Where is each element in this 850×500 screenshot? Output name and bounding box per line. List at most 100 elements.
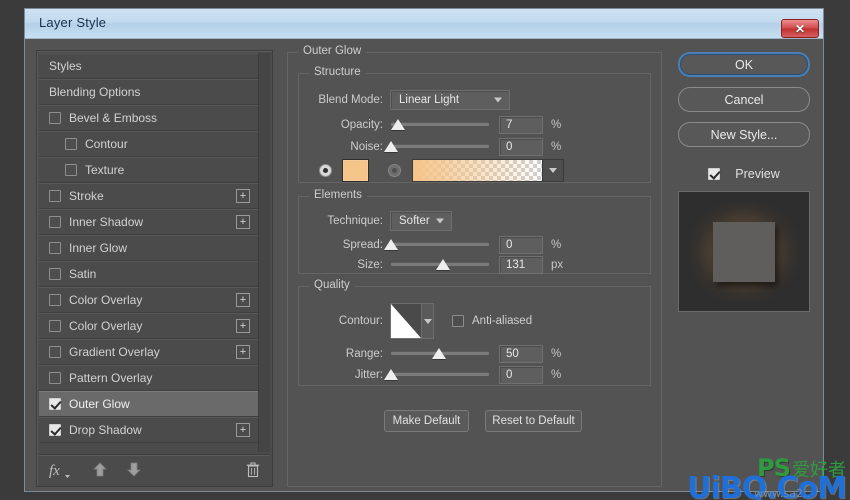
checkbox-satin[interactable] xyxy=(49,267,61,280)
noise-slider[interactable] xyxy=(384,139,489,155)
style-item-label: Contour xyxy=(85,136,128,151)
checkbox-color-overlay-2[interactable] xyxy=(49,319,61,332)
new-style-button[interactable]: New Style... xyxy=(678,122,810,147)
structure-group-title: Structure xyxy=(309,66,366,78)
range-input[interactable]: 50 xyxy=(499,345,543,363)
checkbox-gradient-overlay[interactable] xyxy=(49,345,61,358)
styles-list-scrollbar[interactable] xyxy=(258,53,270,452)
add-color-overlay-2-button[interactable]: + xyxy=(236,318,250,333)
checkbox-stroke[interactable] xyxy=(49,189,61,202)
style-item-contour[interactable]: Contour xyxy=(39,131,258,157)
style-item-drop-shadow[interactable]: Drop Shadow + xyxy=(39,417,258,443)
style-item-inner-glow[interactable]: Inner Glow xyxy=(39,235,258,261)
add-gradient-overlay-button[interactable]: + xyxy=(236,344,250,359)
chevron-down-icon[interactable] xyxy=(421,304,433,338)
arrow-down-icon[interactable] xyxy=(127,462,141,477)
range-slider[interactable] xyxy=(391,346,489,362)
ok-button[interactable]: OK xyxy=(678,52,810,77)
style-item-styles[interactable]: Styles xyxy=(39,53,258,79)
fx-icon[interactable]: fx xyxy=(49,462,71,478)
slider-thumb[interactable] xyxy=(384,239,398,250)
add-inner-shadow-button[interactable]: + xyxy=(236,214,250,229)
slider-thumb[interactable] xyxy=(432,348,447,359)
slider-track xyxy=(391,144,489,148)
technique-value: Softer xyxy=(399,215,430,227)
spread-slider[interactable] xyxy=(384,237,489,253)
layer-style-dialog: Layer Style ✕ Styles Blending Options Be… xyxy=(24,8,824,492)
color-fill-radio[interactable] xyxy=(319,163,332,177)
spread-input[interactable]: 0 xyxy=(499,236,543,254)
style-item-inner-shadow[interactable]: Inner Shadow + xyxy=(39,209,258,235)
style-item-stroke[interactable]: Stroke + xyxy=(39,183,258,209)
size-slider[interactable] xyxy=(391,257,489,273)
add-color-overlay-1-button[interactable]: + xyxy=(236,292,250,307)
dialog-titlebar[interactable]: Layer Style ✕ xyxy=(25,9,823,39)
checkbox-outer-glow[interactable] xyxy=(49,397,61,410)
style-item-label: Stroke xyxy=(69,188,104,203)
style-item-label: Satin xyxy=(69,266,97,281)
checkbox-bevel-emboss[interactable] xyxy=(49,111,61,124)
style-item-label: Texture xyxy=(85,162,125,177)
range-unit: % xyxy=(551,348,562,360)
chevron-down-icon xyxy=(494,97,502,103)
style-item-satin[interactable]: Satin xyxy=(39,261,258,287)
jitter-slider[interactable] xyxy=(384,367,489,383)
arrow-up-icon[interactable] xyxy=(93,462,107,477)
style-item-bevel-emboss[interactable]: Bevel & Emboss xyxy=(39,105,258,131)
checkbox-drop-shadow[interactable] xyxy=(49,423,61,436)
add-stroke-button[interactable]: + xyxy=(236,188,250,203)
style-item-texture[interactable]: Texture xyxy=(39,157,258,183)
technique-select[interactable]: Softer xyxy=(390,211,452,231)
cancel-button[interactable]: Cancel xyxy=(678,87,810,112)
checkbox-texture[interactable] xyxy=(65,163,77,176)
preview-thumbnail xyxy=(678,191,810,312)
checkbox-color-overlay-1[interactable] xyxy=(49,293,61,306)
range-row: Range: 50 % xyxy=(299,344,561,364)
blend-mode-select[interactable]: Linear Light xyxy=(390,90,510,110)
noise-input[interactable]: 0 xyxy=(499,138,543,156)
style-item-outer-glow[interactable]: Outer Glow xyxy=(39,391,258,417)
anti-aliased-label: Anti-aliased xyxy=(472,315,533,327)
reset-to-default-button[interactable]: Reset to Default xyxy=(485,410,582,432)
slider-thumb[interactable] xyxy=(390,119,405,130)
jitter-input[interactable]: 0 xyxy=(499,366,543,384)
contour-row: Contour: Anti-aliased xyxy=(299,303,532,339)
slider-thumb[interactable] xyxy=(384,369,398,380)
opacity-slider[interactable] xyxy=(390,117,489,133)
noise-unit: % xyxy=(551,141,562,153)
noise-label: Noise: xyxy=(350,141,383,153)
glow-gradient-picker[interactable] xyxy=(412,158,564,182)
quality-group: Quality Contour: Anti-aliased Range: 50 … xyxy=(298,279,651,386)
opacity-input[interactable]: 7 xyxy=(499,116,543,134)
style-item-pattern-overlay[interactable]: Pattern Overlay xyxy=(39,365,258,391)
style-item-blending-options[interactable]: Blending Options xyxy=(39,79,258,105)
slider-thumb[interactable] xyxy=(435,259,450,270)
checkbox-inner-shadow[interactable] xyxy=(49,215,61,228)
preview-toggle[interactable]: Preview xyxy=(678,164,810,184)
size-unit: px xyxy=(551,259,564,271)
style-item-color-overlay-1[interactable]: Color Overlay + xyxy=(39,287,258,313)
dialog-body: Styles Blending Options Bevel & Emboss C… xyxy=(25,39,823,491)
size-input[interactable]: 131 xyxy=(499,256,543,274)
glow-color-swatch[interactable] xyxy=(342,158,369,182)
checkbox-preview[interactable] xyxy=(708,168,721,180)
close-button[interactable]: ✕ xyxy=(781,19,819,38)
style-item-label: Pattern Overlay xyxy=(69,370,153,385)
make-default-button[interactable]: Make Default xyxy=(384,410,469,432)
checkbox-pattern-overlay[interactable] xyxy=(49,371,61,384)
add-drop-shadow-button[interactable]: + xyxy=(236,422,250,437)
trash-icon[interactable] xyxy=(246,462,260,478)
gradient-fill-radio[interactable] xyxy=(388,163,401,177)
style-item-label: Styles xyxy=(49,58,82,73)
slider-thumb[interactable] xyxy=(384,141,398,152)
style-item-gradient-overlay[interactable]: Gradient Overlay + xyxy=(39,339,258,365)
contour-picker[interactable] xyxy=(390,303,434,339)
checkbox-anti-aliased[interactable] xyxy=(452,315,464,327)
anti-aliased-toggle[interactable]: Anti-aliased xyxy=(452,315,532,327)
chevron-down-icon[interactable] xyxy=(542,159,563,181)
checkbox-inner-glow[interactable] xyxy=(49,241,61,254)
outer-glow-group-title: Outer Glow xyxy=(298,45,367,57)
styles-toolbar: fx xyxy=(39,454,270,484)
checkbox-contour[interactable] xyxy=(65,137,77,150)
style-item-color-overlay-2[interactable]: Color Overlay + xyxy=(39,313,258,339)
